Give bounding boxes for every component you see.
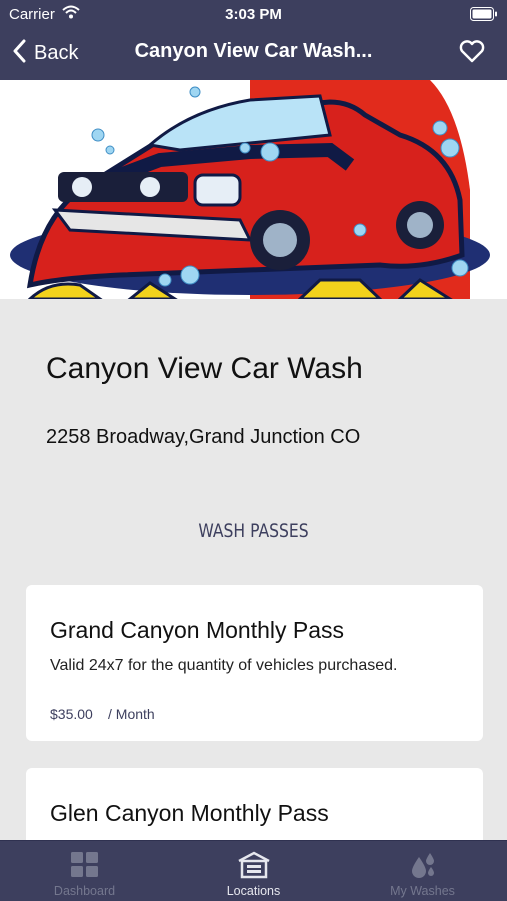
pass-description: Valid 24x7 for the quantity of vehicles … xyxy=(50,657,398,674)
status-bar: Carrier 3:03 PM xyxy=(0,0,507,28)
tab-dashboard[interactable]: Dashboard xyxy=(0,841,169,901)
chevron-left-icon xyxy=(12,39,26,68)
tab-my-washes[interactable]: My Washes xyxy=(338,841,507,901)
back-label: Back xyxy=(34,41,79,64)
page-title: Canyon View Car Wash... xyxy=(134,40,373,62)
pass-title: Grand Canyon Monthly Pass xyxy=(50,617,345,643)
dashboard-icon xyxy=(0,851,169,884)
navigation-bar: Back Canyon View Car Wash... xyxy=(0,28,507,80)
location-address: 2258 Broadway,Grand Junction CO xyxy=(46,426,361,448)
wash-passes-heading: WASH PASSES xyxy=(198,520,309,542)
my-washes-icon xyxy=(338,851,507,884)
pass-title: Glen Canyon Monthly Pass xyxy=(50,800,329,826)
back-button[interactable]: Back xyxy=(12,38,78,68)
tab-locations-label: Locations xyxy=(226,884,281,898)
tab-locations[interactable]: Locations xyxy=(169,841,338,901)
battery-icon xyxy=(470,7,498,25)
favorite-button[interactable] xyxy=(459,39,485,68)
tab-my-washes-label: My Washes xyxy=(390,884,455,898)
pass-period: / Month xyxy=(108,706,155,722)
tab-bar: Dashboard Locations My Washes xyxy=(0,840,507,901)
heart-icon xyxy=(459,40,485,67)
pass-card-grand-canyon[interactable]: Grand Canyon Monthly Pass Valid 24x7 for… xyxy=(26,585,483,741)
status-time: 3:03 PM xyxy=(225,6,282,23)
tab-dashboard-label: Dashboard xyxy=(53,884,116,898)
car-wash-logo-image xyxy=(0,80,507,299)
pass-price: $35.00 xyxy=(50,706,93,722)
locations-icon xyxy=(169,851,338,884)
location-name: Canyon View Car Wash xyxy=(46,352,363,385)
